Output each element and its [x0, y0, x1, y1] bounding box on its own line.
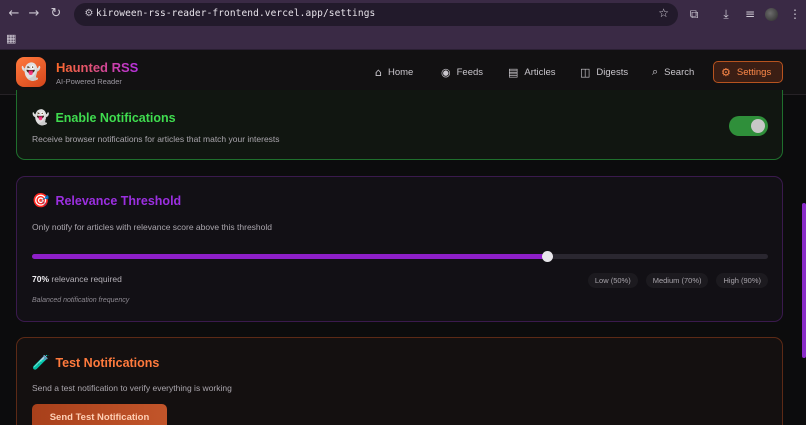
arrow-left-icon[interactable]: ←: [6, 6, 22, 22]
preset-high[interactable]: High (90%): [716, 273, 768, 288]
app-tagline: AI-Powered Reader: [56, 77, 122, 86]
test-tube-icon: 🧪: [32, 355, 50, 371]
card-title: 🎯 Relevance Threshold: [32, 193, 181, 209]
arrow-right-icon[interactable]: →: [26, 6, 42, 22]
preset-chips: Low (50%) Medium (70%) High (90%): [587, 273, 768, 288]
nav-label: Feeds: [456, 66, 484, 78]
ghost-icon: 👻: [32, 110, 50, 126]
nav-label: Articles: [524, 66, 556, 78]
preset-low[interactable]: Low (50%): [587, 273, 638, 288]
nav-settings[interactable]: ⚙ Settings: [713, 61, 783, 83]
threshold-card: 🎯 Relevance Threshold Only notify for ar…: [16, 176, 783, 322]
title-text: Enable Notifications: [55, 111, 176, 125]
nav-digests[interactable]: ◫ Digests: [573, 61, 635, 83]
nav-label: Search: [664, 66, 695, 78]
url-text[interactable]: kiroween-rss-reader-frontend.vercel.app/…: [96, 8, 375, 19]
ghost-logo-icon[interactable]: 👻: [16, 57, 46, 87]
download-icon[interactable]: ⤓: [718, 6, 734, 22]
target-icon: 🎯: [32, 193, 50, 209]
gear-icon: ⚙: [721, 65, 731, 79]
threshold-suffix: relevance required: [51, 274, 122, 284]
nav-articles[interactable]: ▤ Articles: [501, 61, 563, 83]
card-title: 👻 Enable Notifications: [32, 110, 176, 126]
app-header: 👻 Haunted RSS AI-Powered Reader ⌂ Home ◉…: [0, 50, 806, 95]
profile-avatar[interactable]: [765, 8, 778, 21]
bookmarks-bar: ▦: [0, 29, 806, 50]
slider-thumb[interactable]: [542, 251, 554, 262]
newspaper-icon: ▤: [508, 65, 519, 79]
notifications-toggle[interactable]: [729, 116, 768, 136]
threshold-hint: Balanced notification frequency: [32, 297, 130, 304]
page-scrollbar[interactable]: [802, 203, 806, 358]
address-bar[interactable]: ⚙ kiroween-rss-reader-frontend.vercel.ap…: [74, 3, 678, 26]
tune-icon[interactable]: ⚙: [82, 7, 96, 21]
star-icon[interactable]: ☆: [658, 6, 669, 20]
title-text: Test Notifications: [55, 356, 160, 370]
nav-search[interactable]: ⌕ Search: [645, 61, 701, 83]
rss-icon: ◉: [441, 65, 451, 79]
nav-label: Home: [387, 66, 414, 78]
threshold-value: 70%: [32, 274, 50, 284]
threshold-value-line: 70% relevance required: [32, 274, 122, 284]
card-description: Send a test notification to verify every…: [32, 383, 232, 393]
threshold-slider[interactable]: [32, 251, 768, 262]
toggle-knob: [751, 119, 765, 133]
nav-label: Settings: [736, 66, 772, 78]
app-name[interactable]: Haunted RSS: [56, 60, 138, 75]
title-text: Relevance Threshold: [55, 194, 182, 208]
send-test-notification-button[interactable]: Send Test Notification: [32, 404, 167, 425]
nav-home[interactable]: ⌂ Home: [368, 61, 420, 83]
nav-label: Digests: [596, 66, 629, 78]
preset-medium[interactable]: Medium (70%): [645, 273, 709, 288]
puzzle-icon[interactable]: ⧉: [686, 6, 702, 22]
reload-icon[interactable]: ↻: [48, 6, 64, 22]
card-description: Receive browser notifications for articl…: [32, 134, 280, 144]
queue-music-icon[interactable]: ≡: [742, 6, 758, 22]
card-title: 🧪 Test Notifications: [32, 355, 159, 371]
book-icon: ◫: [580, 65, 591, 79]
browser-toolbar: ← → ↻ ⚙ kiroween-rss-reader-frontend.ver…: [0, 0, 806, 29]
notifications-card: 👻 Enable Notifications Receive browser n…: [16, 90, 783, 160]
grid-icon[interactable]: ▦: [6, 32, 16, 45]
search-icon: ⌕: [652, 65, 659, 78]
nav-feeds[interactable]: ◉ Feeds: [434, 61, 490, 83]
home-icon: ⌂: [375, 65, 382, 79]
test-card: 🧪 Test Notifications Send a test notific…: [16, 337, 783, 425]
kebab-icon[interactable]: ⋮: [787, 6, 803, 22]
card-description: Only notify for articles with relevance …: [32, 222, 273, 232]
slider-fill: [32, 254, 548, 259]
